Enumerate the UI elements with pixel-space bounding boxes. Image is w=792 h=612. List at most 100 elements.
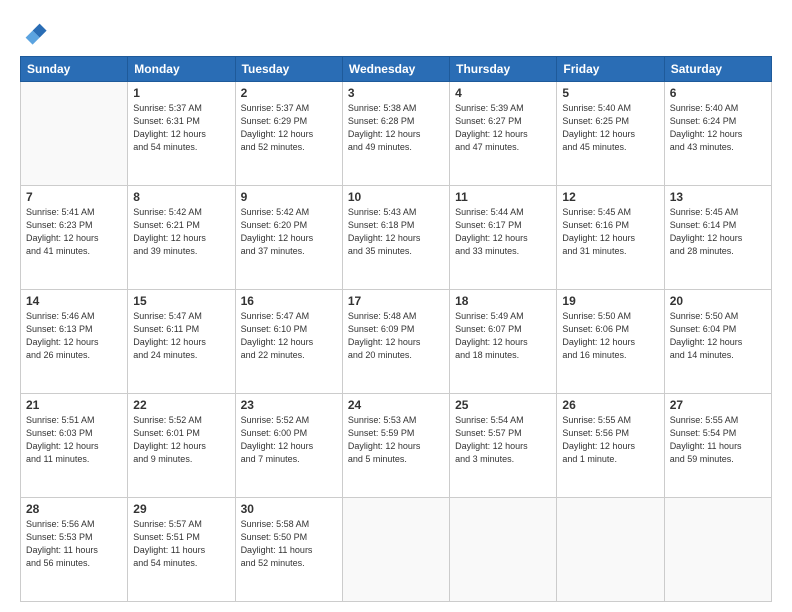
calendar-cell: 29Sunrise: 5:57 AM Sunset: 5:51 PM Dayli… <box>128 498 235 602</box>
day-number: 21 <box>26 398 122 412</box>
day-number: 16 <box>241 294 337 308</box>
weekday-header: Wednesday <box>342 57 449 82</box>
cell-info: Sunrise: 5:47 AM Sunset: 6:11 PM Dayligh… <box>133 310 229 362</box>
cell-info: Sunrise: 5:42 AM Sunset: 6:21 PM Dayligh… <box>133 206 229 258</box>
day-number: 28 <box>26 502 122 516</box>
day-number: 26 <box>562 398 658 412</box>
day-number: 7 <box>26 190 122 204</box>
day-number: 17 <box>348 294 444 308</box>
cell-info: Sunrise: 5:52 AM Sunset: 6:01 PM Dayligh… <box>133 414 229 466</box>
calendar-week-row: 7Sunrise: 5:41 AM Sunset: 6:23 PM Daylig… <box>21 186 772 290</box>
calendar-cell: 21 Sunrise: 5:51 AM Sunset: 6:03 PM Dayli… <box>21 394 128 498</box>
cell-info: Sunrise: 5:58 AM Sunset: 5:50 PM Dayligh… <box>241 518 337 570</box>
weekday-header: Tuesday <box>235 57 342 82</box>
day-number: 3 <box>348 86 444 100</box>
calendar-cell: 11 Sunrise: 5:44 AM Sunset: 6:17 PM Dayli… <box>450 186 557 290</box>
weekday-header: Friday <box>557 57 664 82</box>
calendar-table: SundayMondayTuesdayWednesdayThursdayFrid… <box>20 56 772 602</box>
calendar-header-row: SundayMondayTuesdayWednesdayThursdayFrid… <box>21 57 772 82</box>
logo-icon <box>20 18 48 46</box>
calendar-cell: 12 Sunrise: 5:45 AM Sunset: 6:16 PM Dayli… <box>557 186 664 290</box>
cell-info: Sunrise: 5:38 AM Sunset: 6:28 PM Dayligh… <box>348 102 444 154</box>
calendar-cell: 5 Sunrise: 5:40 AM Sunset: 6:25 PM Daylig… <box>557 82 664 186</box>
cell-info: Sunrise: 5:49 AM Sunset: 6:07 PM Dayligh… <box>455 310 551 362</box>
cell-info: Sunrise: 5:45 AM Sunset: 6:14 PM Dayligh… <box>670 206 766 258</box>
calendar-cell: 26 Sunrise: 5:55 AM Sunset: 5:56 PM Dayli… <box>557 394 664 498</box>
day-number: 27 <box>670 398 766 412</box>
day-number: 11 <box>455 190 551 204</box>
day-number: 8 <box>133 190 229 204</box>
cell-info: Sunrise: 5:39 AM Sunset: 6:27 PM Dayligh… <box>455 102 551 154</box>
cell-info: Sunrise: 5:45 AM Sunset: 6:16 PM Dayligh… <box>562 206 658 258</box>
logo <box>20 18 52 46</box>
calendar-cell: 23 Sunrise: 5:52 AM Sunset: 6:00 PM Dayli… <box>235 394 342 498</box>
day-number: 18 <box>455 294 551 308</box>
day-number: 30 <box>241 502 337 516</box>
calendar-cell: 2 Sunrise: 5:37 AM Sunset: 6:29 PM Daylig… <box>235 82 342 186</box>
day-number: 13 <box>670 190 766 204</box>
cell-info: Sunrise: 5:55 AM Sunset: 5:56 PM Dayligh… <box>562 414 658 466</box>
cell-info: Sunrise: 5:47 AM Sunset: 6:10 PM Dayligh… <box>241 310 337 362</box>
day-number: 2 <box>241 86 337 100</box>
calendar-cell: 27Sunrise: 5:55 AM Sunset: 5:54 PM Dayli… <box>664 394 771 498</box>
cell-info: Sunrise: 5:51 AM Sunset: 6:03 PM Dayligh… <box>26 414 122 466</box>
calendar-cell: 18 Sunrise: 5:49 AM Sunset: 6:07 PM Dayli… <box>450 290 557 394</box>
calendar-cell: 7Sunrise: 5:41 AM Sunset: 6:23 PM Daylig… <box>21 186 128 290</box>
day-number: 22 <box>133 398 229 412</box>
calendar-cell: 16 Sunrise: 5:47 AM Sunset: 6:10 PM Dayli… <box>235 290 342 394</box>
weekday-header: Thursday <box>450 57 557 82</box>
calendar-cell: 28 Sunrise: 5:56 AM Sunset: 5:53 PM Dayli… <box>21 498 128 602</box>
calendar-week-row: 14Sunrise: 5:46 AM Sunset: 6:13 PM Dayli… <box>21 290 772 394</box>
calendar-cell: 13 Sunrise: 5:45 AM Sunset: 6:14 PM Dayli… <box>664 186 771 290</box>
day-number: 12 <box>562 190 658 204</box>
calendar-cell: 25 Sunrise: 5:54 AM Sunset: 5:57 PM Dayli… <box>450 394 557 498</box>
day-number: 24 <box>348 398 444 412</box>
day-number: 25 <box>455 398 551 412</box>
cell-info: Sunrise: 5:50 AM Sunset: 6:06 PM Dayligh… <box>562 310 658 362</box>
day-number: 20 <box>670 294 766 308</box>
cell-info: Sunrise: 5:50 AM Sunset: 6:04 PM Dayligh… <box>670 310 766 362</box>
cell-info: Sunrise: 5:37 AM Sunset: 6:31 PM Dayligh… <box>133 102 229 154</box>
calendar-cell: 8 Sunrise: 5:42 AM Sunset: 6:21 PM Daylig… <box>128 186 235 290</box>
cell-info: Sunrise: 5:54 AM Sunset: 5:57 PM Dayligh… <box>455 414 551 466</box>
calendar-cell: 17 Sunrise: 5:48 AM Sunset: 6:09 PM Dayli… <box>342 290 449 394</box>
weekday-header: Sunday <box>21 57 128 82</box>
cell-info: Sunrise: 5:48 AM Sunset: 6:09 PM Dayligh… <box>348 310 444 362</box>
calendar-cell: 22 Sunrise: 5:52 AM Sunset: 6:01 PM Dayli… <box>128 394 235 498</box>
calendar-cell: 15 Sunrise: 5:47 AM Sunset: 6:11 PM Dayli… <box>128 290 235 394</box>
calendar-cell: 20 Sunrise: 5:50 AM Sunset: 6:04 PM Dayli… <box>664 290 771 394</box>
cell-info: Sunrise: 5:53 AM Sunset: 5:59 PM Dayligh… <box>348 414 444 466</box>
cell-info: Sunrise: 5:37 AM Sunset: 6:29 PM Dayligh… <box>241 102 337 154</box>
calendar-cell: 9Sunrise: 5:42 AM Sunset: 6:20 PM Daylig… <box>235 186 342 290</box>
day-number: 15 <box>133 294 229 308</box>
calendar-cell: 6Sunrise: 5:40 AM Sunset: 6:24 PM Daylig… <box>664 82 771 186</box>
calendar-cell <box>21 82 128 186</box>
calendar-week-row: 28 Sunrise: 5:56 AM Sunset: 5:53 PM Dayli… <box>21 498 772 602</box>
day-number: 19 <box>562 294 658 308</box>
calendar-cell: 24 Sunrise: 5:53 AM Sunset: 5:59 PM Dayli… <box>342 394 449 498</box>
cell-info: Sunrise: 5:40 AM Sunset: 6:25 PM Dayligh… <box>562 102 658 154</box>
calendar-cell: 19 Sunrise: 5:50 AM Sunset: 6:06 PM Dayli… <box>557 290 664 394</box>
calendar-cell: 10 Sunrise: 5:43 AM Sunset: 6:18 PM Dayli… <box>342 186 449 290</box>
weekday-header: Monday <box>128 57 235 82</box>
cell-info: Sunrise: 5:43 AM Sunset: 6:18 PM Dayligh… <box>348 206 444 258</box>
calendar-week-row: 1Sunrise: 5:37 AM Sunset: 6:31 PM Daylig… <box>21 82 772 186</box>
calendar-week-row: 21 Sunrise: 5:51 AM Sunset: 6:03 PM Dayli… <box>21 394 772 498</box>
calendar-cell: 14Sunrise: 5:46 AM Sunset: 6:13 PM Dayli… <box>21 290 128 394</box>
header <box>20 18 772 46</box>
cell-info: Sunrise: 5:40 AM Sunset: 6:24 PM Dayligh… <box>670 102 766 154</box>
day-number: 14 <box>26 294 122 308</box>
calendar-cell: 4 Sunrise: 5:39 AM Sunset: 6:27 PM Daylig… <box>450 82 557 186</box>
cell-info: Sunrise: 5:52 AM Sunset: 6:00 PM Dayligh… <box>241 414 337 466</box>
day-number: 5 <box>562 86 658 100</box>
cell-info: Sunrise: 5:44 AM Sunset: 6:17 PM Dayligh… <box>455 206 551 258</box>
calendar-cell: 30 Sunrise: 5:58 AM Sunset: 5:50 PM Dayli… <box>235 498 342 602</box>
cell-info: Sunrise: 5:56 AM Sunset: 5:53 PM Dayligh… <box>26 518 122 570</box>
calendar-cell: 3 Sunrise: 5:38 AM Sunset: 6:28 PM Daylig… <box>342 82 449 186</box>
day-number: 4 <box>455 86 551 100</box>
day-number: 23 <box>241 398 337 412</box>
calendar-cell <box>450 498 557 602</box>
day-number: 29 <box>133 502 229 516</box>
day-number: 10 <box>348 190 444 204</box>
cell-info: Sunrise: 5:42 AM Sunset: 6:20 PM Dayligh… <box>241 206 337 258</box>
